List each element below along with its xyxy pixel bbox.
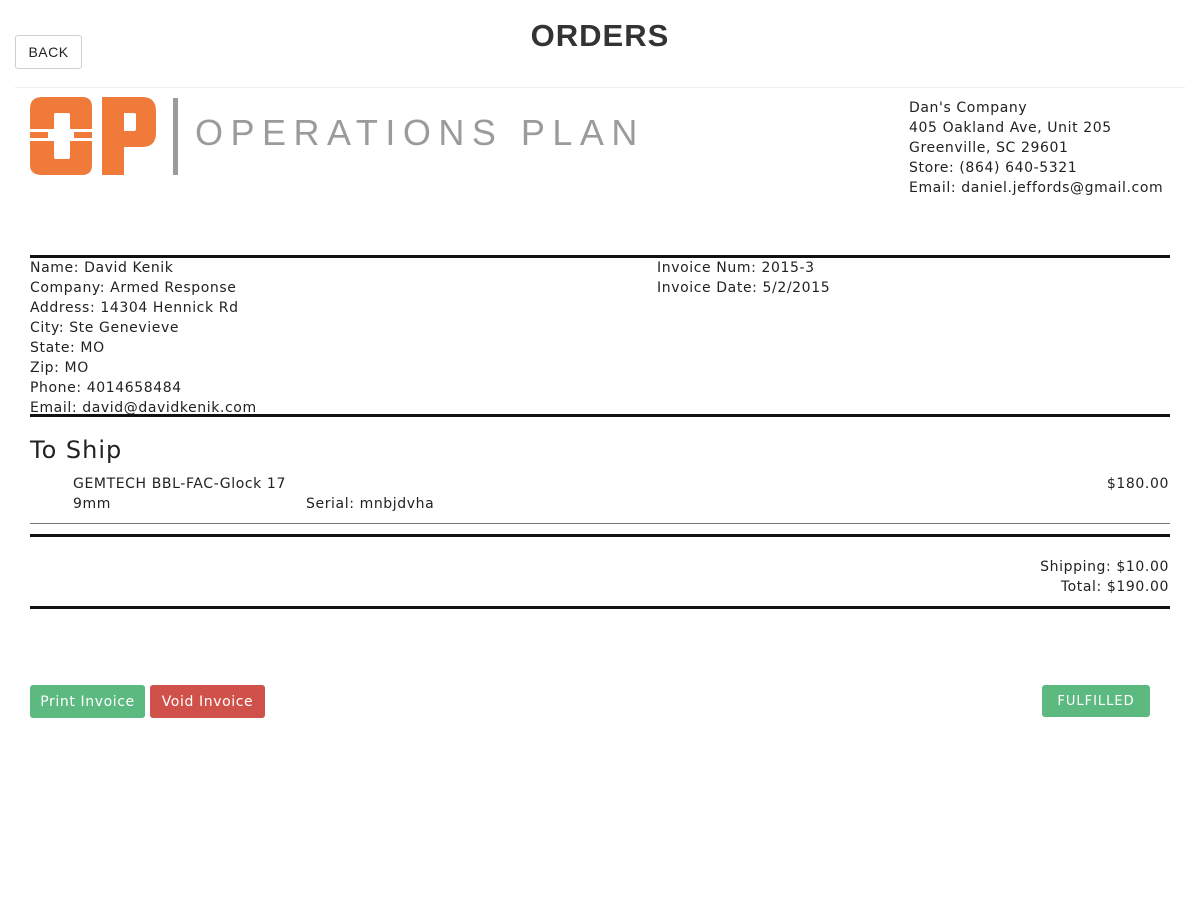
customer-bottom-divider xyxy=(30,414,1170,417)
invoice-info: Invoice Num: 2015-3 Invoice Date: 5/2/20… xyxy=(657,258,830,298)
item-caliber: 9mm xyxy=(73,496,111,512)
company-store-phone: Store: (864) 640-5321 xyxy=(909,160,1078,176)
shipping-cost: Shipping: $10.00 xyxy=(1040,559,1169,575)
op-logo-mark-icon xyxy=(30,97,178,175)
page-title: ORDERS xyxy=(530,18,670,53)
total-cost: Total: $190.00 xyxy=(1060,579,1169,595)
customer-name: Name: David Kenik xyxy=(30,260,174,276)
totals-bottom-divider xyxy=(30,606,1170,609)
company-info: Dan's Company 405 Oakland Ave, Unit 205 … xyxy=(909,98,1163,198)
item-price: $180.00 xyxy=(1106,476,1169,492)
invoice-number: Invoice Num: 2015-3 xyxy=(657,260,815,276)
print-invoice-button[interactable]: Print Invoice xyxy=(30,685,145,718)
item-serial: Serial: mnbjdvha xyxy=(306,496,435,512)
customer-address: Address: 14304 Hennick Rd xyxy=(30,300,239,316)
customer-phone: Phone: 4014658484 xyxy=(30,380,182,396)
item-name: GEMTECH BBL-FAC-Glock 17 xyxy=(73,476,286,492)
totals: Shipping: $10.00 Total: $190.00 xyxy=(1040,557,1169,597)
customer-state: State: MO xyxy=(30,340,105,356)
void-invoice-button[interactable]: Void Invoice xyxy=(150,685,265,718)
customer-info: Name: David Kenik Company: Armed Respons… xyxy=(30,258,257,418)
customer-zip: Zip: MO xyxy=(30,360,89,376)
fulfilled-status-button[interactable]: FULFILLED xyxy=(1042,685,1150,717)
company-address: 405 Oakland Ave, Unit 205 xyxy=(909,120,1112,136)
invoice-date: Invoice Date: 5/2/2015 xyxy=(657,280,831,296)
company-city-state-zip: Greenville, SC 29601 xyxy=(909,140,1069,156)
company-name: Dan's Company xyxy=(909,100,1028,116)
customer-city: City: Ste Genevieve xyxy=(30,320,180,336)
logo-text: OPERATIONS PLAN xyxy=(195,112,645,153)
operations-plan-logo: OPERATIONS PLAN xyxy=(30,97,637,177)
totals-top-divider xyxy=(30,534,1170,537)
customer-company: Company: Armed Response xyxy=(30,280,237,296)
item-divider xyxy=(30,523,1170,524)
company-email: Email: daniel.jeffords@gmail.com xyxy=(909,180,1164,196)
header-divider xyxy=(15,87,1185,88)
to-ship-heading: To Ship xyxy=(30,436,123,464)
orders-page: BACK ORDERS OPERATIONS PLAN Dan's Compan… xyxy=(0,0,1200,900)
